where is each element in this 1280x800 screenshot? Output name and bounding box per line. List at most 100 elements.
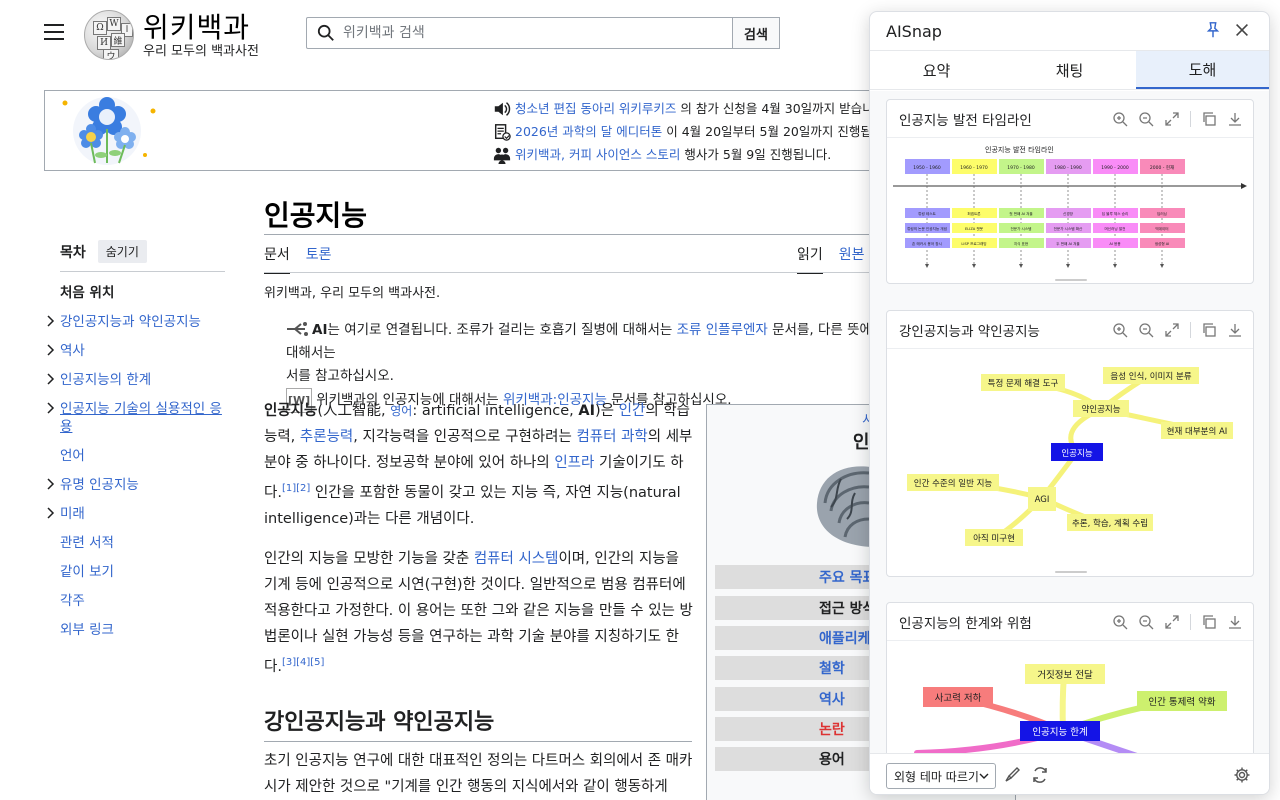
toc-item-label: 각주 <box>60 593 85 609</box>
site-tagline: 우리 모두의 백과사전 <box>143 44 259 59</box>
chevron-right-icon[interactable] <box>45 372 55 386</box>
toc-item[interactable]: 관련 서적 <box>60 534 225 552</box>
close-icon[interactable] <box>1233 21 1251 39</box>
toc-list: 처음 위치강인공지능과 약인공지능역사인공지능의 한계인공지능 기술의 실용적인… <box>47 284 225 639</box>
wikipedia-globe-logo[interactable]: Ω W ا И 維 ウ <box>84 10 134 60</box>
toc-item[interactable]: 언어 <box>60 447 225 465</box>
node-limits-child-1: 사고력 저하 <box>935 692 982 704</box>
chevron-right-icon[interactable] <box>45 506 55 520</box>
reference-1-2[interactable]: [1][2] <box>282 483 310 494</box>
toc-item[interactable]: 역사 <box>47 342 225 360</box>
table-of-contents: 목차 숨기기 처음 위치 강인공지능과 약인공지능 역사 인공지능의 한계 인공지능 기… <box>47 240 225 650</box>
panel-tab[interactable]: 요약 <box>870 51 1003 89</box>
zoom-in-icon[interactable] <box>1112 111 1128 127</box>
toc-item[interactable]: 유명 인공지능 <box>47 476 225 494</box>
notice-text-1: 의 참가 신청을 4월 30일까지 받습니다. <box>680 101 890 116</box>
card-toolbar <box>1112 614 1243 630</box>
settings-gear-icon[interactable] <box>1233 766 1251 784</box>
toc-item-label: 인공지능의 한계 <box>60 372 152 388</box>
link-lang-english[interactable]: 영어 <box>390 404 412 418</box>
link-human[interactable]: 인간 <box>619 403 646 419</box>
chevron-right-icon[interactable] <box>45 343 55 357</box>
search-button[interactable]: 검색 <box>732 17 780 49</box>
timeline-event-label: LISP 프로그래밍 <box>961 241 986 246</box>
toc-item-label: 유명 인공지능 <box>60 477 139 493</box>
link-infrastructure[interactable]: 인프라 <box>554 455 594 471</box>
tab-article[interactable]: 문서 <box>264 244 290 274</box>
resize-handle[interactable] <box>1055 279 1087 281</box>
toc-item[interactable]: 같이 보기 <box>60 563 225 581</box>
toc-item[interactable]: 처음 위치 <box>60 284 225 302</box>
chevron-right-icon[interactable] <box>45 314 55 328</box>
hatnote-ai-term: AI <box>312 322 328 338</box>
node-weak-child-1: 특정 문제 해결 도구 <box>988 378 1059 389</box>
link-computer-science[interactable]: 컴퓨터 과학 <box>576 429 647 445</box>
main-menu-button[interactable] <box>44 24 64 40</box>
node-strong-child-2: 추론, 학습, 계획 수립 <box>1072 518 1148 529</box>
card-title: 인공지능 발전 타임라인 <box>899 112 1032 129</box>
aisnap-panel: AISnap 요약 채팅 도해 인공지능 발전 타임라인 인공지능 발전 타임라인 1… <box>869 11 1270 795</box>
link-reasoning[interactable]: 추론능력 <box>300 429 353 445</box>
zoom-out-icon[interactable] <box>1138 614 1154 630</box>
download-icon[interactable] <box>1227 614 1243 630</box>
paragraph-3: 초기 인공지능 연구에 대한 대표적인 정의는 다트머스 회의에서 존 매카시가… <box>264 753 693 795</box>
toc-item[interactable]: 강인공지능과 약인공지능 <box>47 313 225 331</box>
notice-line-3: 위키백과, 커피 사이언스 스토리 행사가 5월 9일 진행됩니다. <box>493 143 895 166</box>
expand-icon[interactable] <box>1164 322 1180 338</box>
zoom-out-icon[interactable] <box>1138 111 1154 127</box>
diagram-card-strong-weak: 강인공지능과 약인공지능 인공지능 약인공지능 특정 문제 해결 도구 음성 인… <box>886 310 1254 577</box>
timeline-event-label: 전문가 시스템 <box>1011 226 1032 231</box>
timeline-title: 인공지능 발전 타임라인 <box>985 145 1054 154</box>
notice-link-3[interactable]: 위키백과, 커피 사이언스 스토리 <box>515 143 680 166</box>
toc-item[interactable]: 인공지능의 한계 <box>47 371 225 389</box>
reference-3-4-5[interactable]: [3][4][5] <box>282 657 325 668</box>
node-limits-center: 인공지능 한계 <box>1032 726 1087 738</box>
toc-item[interactable]: 외부 링크 <box>60 621 225 639</box>
tab-read[interactable]: 읽기 <box>797 244 823 274</box>
timeline-event-label: ELIZA 챗봇 <box>965 226 984 231</box>
expand-icon[interactable] <box>1164 614 1180 630</box>
timeline-event-label: 튜링의 논문 인공지능 개념 <box>907 226 947 231</box>
chevron-right-icon[interactable] <box>45 401 55 415</box>
search-box[interactable] <box>306 17 733 49</box>
copy-icon[interactable] <box>1201 614 1217 630</box>
toc-item[interactable]: 인공지능 기술의 실용적인 응용 <box>47 400 225 436</box>
toc-item-label: 외부 링크 <box>60 622 114 638</box>
refresh-icon[interactable] <box>1031 766 1049 784</box>
link-computer-system[interactable]: 컴퓨터 시스템 <box>474 551 559 567</box>
paragraph-2: 인간의 지능을 모방한 기능을 갖춘 컴퓨터 시스템이며, 인간의 지능을 기계… <box>264 551 693 675</box>
pin-icon[interactable] <box>1204 21 1222 39</box>
copy-icon[interactable] <box>1201 322 1217 338</box>
hatnote-link-avian-flu[interactable]: 조류 인플루엔자 <box>677 322 768 338</box>
resize-handle[interactable] <box>1055 571 1087 573</box>
chevron-right-icon[interactable] <box>45 477 55 491</box>
tab-talk[interactable]: 토론 <box>306 244 332 274</box>
zoom-in-icon[interactable] <box>1112 322 1128 338</box>
notice-link-2[interactable]: 2026년 과학의 달 에디터톤 <box>515 120 662 143</box>
panel-tab[interactable]: 도해 <box>1136 51 1269 89</box>
zoom-in-icon[interactable] <box>1112 614 1128 630</box>
toc-item-label: 인공지능 기술의 실용적인 응용 <box>60 401 222 435</box>
toc-item[interactable]: 각주 <box>60 592 225 610</box>
panel-tabs: 요약 채팅 도해 <box>870 50 1269 90</box>
brush-icon[interactable] <box>1003 766 1021 784</box>
download-icon[interactable] <box>1227 322 1243 338</box>
theme-select[interactable]: 외형 테마 따르기 <box>886 763 996 789</box>
download-icon[interactable] <box>1227 111 1243 127</box>
toc-item[interactable]: 미래 <box>47 505 225 523</box>
timeline-period-label: 1960 - 1970 <box>960 165 988 171</box>
toc-hide-button[interactable]: 숨기기 <box>97 240 147 263</box>
copy-icon[interactable] <box>1201 111 1217 127</box>
zoom-out-icon[interactable] <box>1138 322 1154 338</box>
expand-icon[interactable] <box>1164 111 1180 127</box>
panel-footer: 외형 테마 따르기 <box>870 753 1269 794</box>
mindmap-strong-weak: 인공지능 약인공지능 특정 문제 해결 도구 음성 인식, 이미지 분류 현재 … <box>907 367 1233 546</box>
notice-link-1[interactable]: 청소년 편집 동아리 위키루키즈 <box>515 97 676 120</box>
page-title: 인공지능 <box>264 199 368 232</box>
panel-tab[interactable]: 채팅 <box>1003 51 1136 89</box>
search-input[interactable] <box>343 25 723 41</box>
timeline-event-label: 퍼셉트론 <box>967 211 981 216</box>
notice-line-2: 2026년 과학의 달 에디터톤 이 4월 20일부터 5월 20일까지 진행됩니… <box>493 120 895 143</box>
timeline-event-label: AI 응용 <box>1109 242 1121 246</box>
theme-select-value: 외형 테마 따르기 <box>894 769 979 784</box>
